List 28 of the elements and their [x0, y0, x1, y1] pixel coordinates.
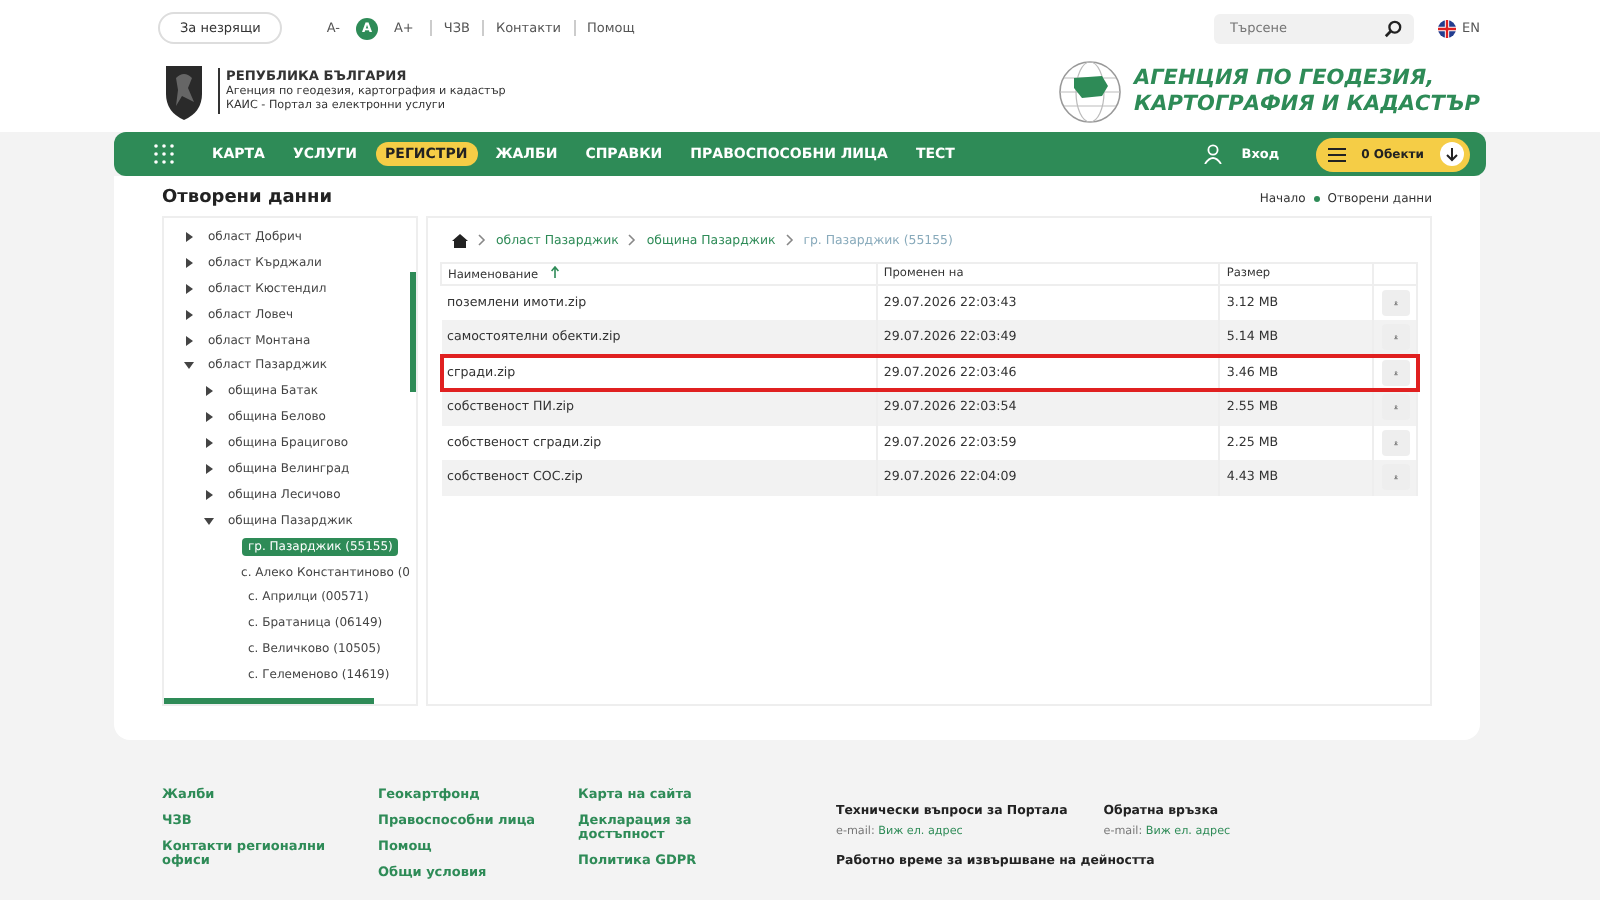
home-icon[interactable] — [452, 233, 468, 247]
caret-right-icon[interactable] — [184, 283, 194, 294]
caret-down-icon[interactable] — [204, 515, 214, 526]
caret-right-icon[interactable] — [204, 489, 214, 500]
agency-name: КАРТОГРАФИЯ И КАДАСТЪР — [1133, 91, 1480, 116]
scrollbar[interactable] — [410, 272, 416, 392]
caret-right-icon[interactable] — [204, 463, 214, 474]
chevron-icon — [478, 234, 486, 246]
caret-right-icon[interactable] — [184, 309, 194, 320]
caret-right-icon[interactable] — [204, 438, 214, 449]
apps-grid-icon[interactable] — [154, 144, 174, 164]
page-title: Отворени данни — [162, 188, 333, 208]
search-icon[interactable] — [1384, 19, 1403, 37]
caret-right-icon[interactable] — [204, 412, 214, 423]
agency-name: АГЕНЦИЯ ПО ГЕОДЕЗИЯ, — [1133, 66, 1437, 91]
download-arrow-icon — [1440, 142, 1464, 166]
caret-right-icon[interactable] — [184, 335, 194, 345]
chevron-icon — [628, 234, 637, 246]
caret-down-icon[interactable] — [184, 360, 194, 371]
scrollbar[interactable] — [164, 698, 374, 704]
caret-right-icon[interactable] — [204, 386, 214, 397]
flag-icon[interactable] — [1438, 19, 1457, 37]
chevron-icon — [785, 234, 794, 246]
user-icon[interactable] — [1203, 144, 1222, 164]
caret-right-icon[interactable] — [184, 231, 194, 242]
sort-up-icon[interactable] — [549, 266, 560, 278]
menu-icon — [1327, 147, 1346, 161]
caret-right-icon[interactable] — [184, 257, 194, 268]
